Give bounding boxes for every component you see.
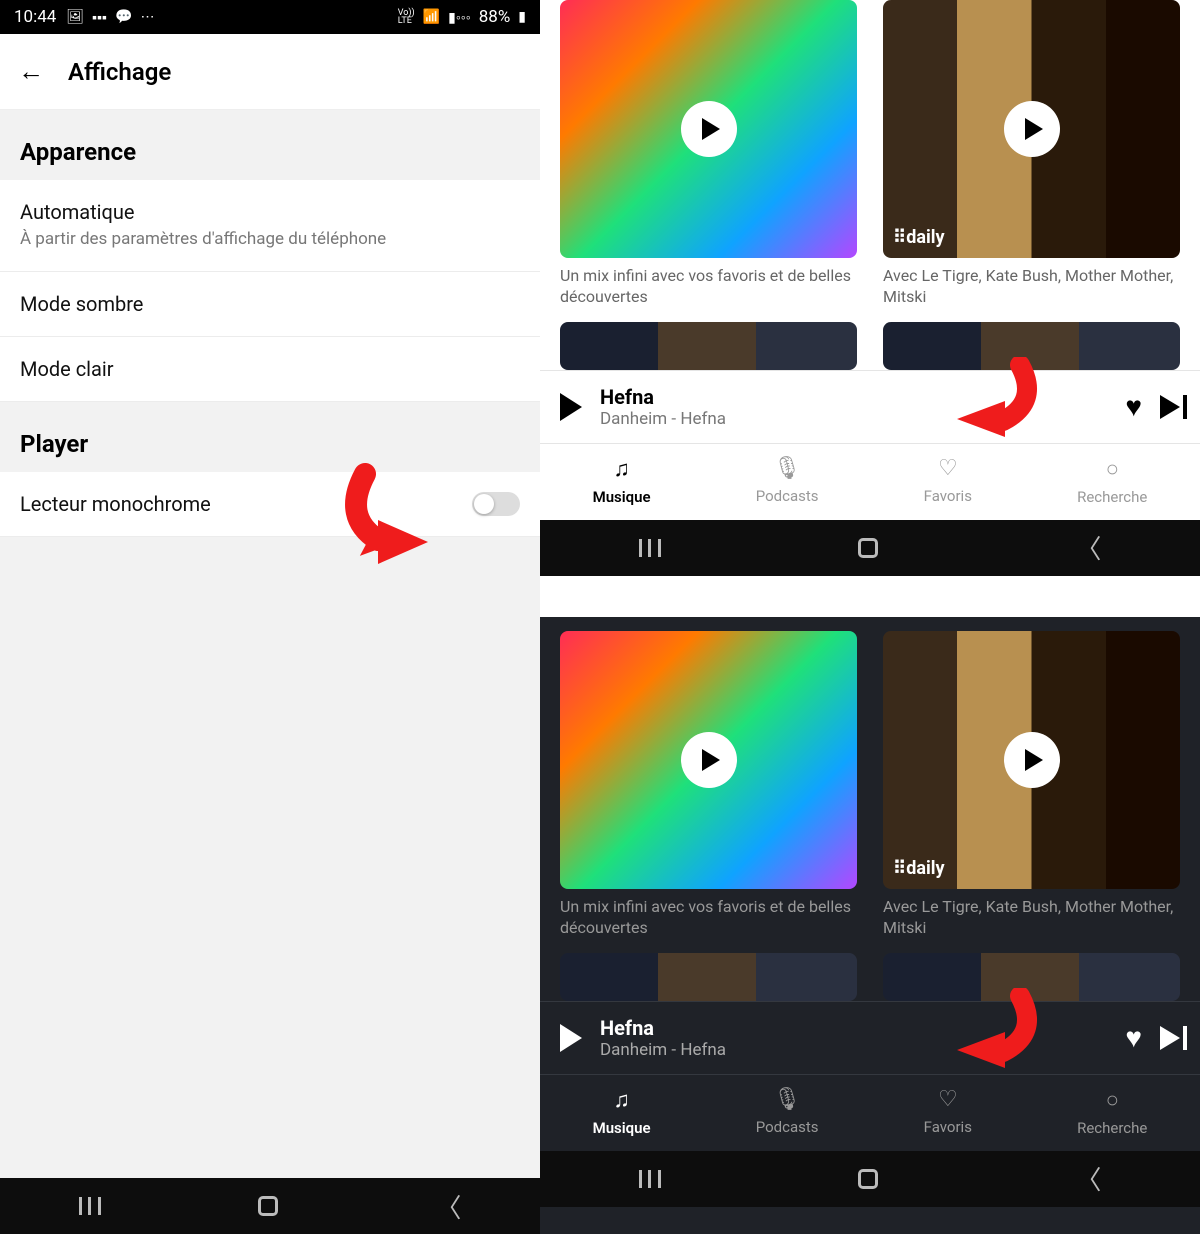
play-icon[interactable]: [560, 1024, 582, 1052]
tab-podcasts[interactable]: 🎙Podcasts: [756, 456, 819, 506]
setting-sub: À partir des paramètres d'affichage du t…: [20, 228, 520, 251]
thumbnail[interactable]: [560, 322, 857, 370]
status-time: 10:44: [14, 7, 56, 27]
tab-favorites[interactable]: ♡Favoris: [924, 1087, 972, 1137]
play-button[interactable]: [1004, 732, 1060, 788]
tab-favorites[interactable]: ♡Favoris: [924, 456, 972, 506]
appearance-section-title: Apparence: [0, 110, 540, 180]
card-caption: Un mix infini avec vos favoris et de bel…: [560, 897, 857, 939]
heart-icon: ♡: [938, 456, 958, 481]
card-caption: Avec Le Tigre, Kate Bush, Mother Mother,…: [883, 897, 1180, 939]
setting-automatic[interactable]: Automatique À partir des paramètres d'af…: [0, 180, 540, 272]
signal-icon: ▮◦◦◦: [448, 9, 471, 26]
recents-icon[interactable]: [79, 1197, 101, 1215]
battery-percent: 88%: [479, 7, 511, 27]
bottom-tabs: ♫Musique 🎙Podcasts ♡Favoris ○Recherche: [540, 443, 1200, 520]
play-icon[interactable]: [560, 393, 582, 421]
page-header: ← Affichage: [0, 34, 540, 110]
tab-podcasts[interactable]: 🎙Podcasts: [756, 1087, 819, 1137]
music-icon: ♫: [613, 456, 630, 482]
play-button[interactable]: [1004, 101, 1060, 157]
gallery-icon: 🖼: [66, 9, 84, 25]
flow-card[interactable]: [560, 0, 857, 258]
next-icon[interactable]: [1160, 1026, 1180, 1050]
setting-monochrome-player[interactable]: Lecteur monochrome: [0, 472, 540, 537]
mic-icon: 🎙: [773, 456, 801, 481]
daily-badge: ⠿daily: [893, 858, 945, 879]
status-bar: 10:44 🖼 ▪▪▪ 💬 ⋯ Vo))LTE 📶 ▮◦◦◦ 88% ▮: [0, 0, 540, 34]
search-icon: ○: [1106, 1087, 1119, 1113]
android-nav-bar: 〈: [540, 520, 1200, 576]
setting-light-mode[interactable]: Mode clair: [0, 337, 540, 402]
monochrome-toggle[interactable]: [472, 492, 520, 516]
wifi-icon: 📶: [423, 9, 440, 25]
tab-search[interactable]: ○Recherche: [1077, 456, 1147, 506]
setting-label: Mode sombre: [20, 292, 520, 316]
heart-icon: ♡: [938, 1087, 958, 1112]
daily-card[interactable]: ⠿daily: [883, 0, 1180, 258]
back-nav-icon[interactable]: 〈: [1075, 529, 1101, 566]
mic-icon: 🎙: [773, 1087, 801, 1112]
tab-music[interactable]: ♫Musique: [593, 1087, 651, 1137]
card-caption: Un mix infini avec vos favoris et de bel…: [560, 266, 857, 308]
battery-icon: ▮: [518, 9, 526, 25]
next-icon[interactable]: [1160, 395, 1180, 419]
home-icon[interactable]: [858, 1169, 878, 1189]
setting-label: Automatique: [20, 200, 520, 224]
music-icon: ♫: [613, 1087, 630, 1113]
android-nav-bar: 〈: [540, 1151, 1200, 1207]
recents-icon[interactable]: [639, 1170, 661, 1188]
mini-player[interactable]: Hefna Danheim - Hefna ♥: [540, 370, 1200, 443]
tab-search[interactable]: ○Recherche: [1077, 1087, 1147, 1137]
flow-card[interactable]: [560, 631, 857, 889]
search-icon: ○: [1106, 456, 1119, 482]
play-button[interactable]: [681, 101, 737, 157]
card-caption: Avec Le Tigre, Kate Bush, Mother Mother,…: [883, 266, 1180, 308]
recents-icon[interactable]: [639, 539, 661, 557]
back-nav-icon[interactable]: 〈: [435, 1188, 461, 1225]
setting-label: Mode clair: [20, 357, 520, 381]
setting-dark-mode[interactable]: Mode sombre: [0, 272, 540, 337]
play-button[interactable]: [681, 732, 737, 788]
bars-icon: ▪▪▪: [92, 9, 107, 26]
annotation-arrow-bottom: [945, 988, 1040, 1068]
daily-badge: ⠿daily: [893, 227, 945, 248]
tab-music[interactable]: ♫Musique: [593, 456, 651, 506]
chat-icon: 💬: [115, 9, 132, 25]
annotation-arrow-top: [945, 357, 1040, 437]
favorite-icon[interactable]: ♥: [1125, 1021, 1142, 1054]
setting-label: Lecteur monochrome: [20, 492, 211, 516]
android-nav-bar: 〈: [0, 1178, 540, 1234]
favorite-icon[interactable]: ♥: [1125, 390, 1142, 423]
mini-player[interactable]: Hefna Danheim - Hefna ♥: [540, 1001, 1200, 1074]
back-icon[interactable]: ←: [18, 56, 44, 87]
page-title: Affichage: [68, 58, 171, 86]
more-icon: ⋯: [140, 9, 154, 25]
thumbnail[interactable]: [560, 953, 857, 1001]
home-icon[interactable]: [258, 1196, 278, 1216]
annotation-arrow-left: [330, 462, 460, 582]
volte-icon: Vo))LTE: [398, 9, 415, 25]
back-nav-icon[interactable]: 〈: [1075, 1160, 1101, 1197]
bottom-tabs: ♫Musique 🎙Podcasts ♡Favoris ○Recherche: [540, 1074, 1200, 1151]
home-icon[interactable]: [858, 538, 878, 558]
daily-card[interactable]: ⠿daily: [883, 631, 1180, 889]
